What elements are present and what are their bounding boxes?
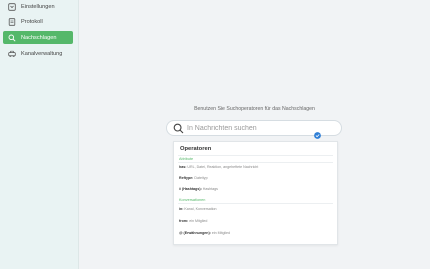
operator-key: @ (Erwähnungen): <box>179 231 212 235</box>
car-icon <box>8 50 16 58</box>
sidebar: Einstellungen Protokoll Nachschlagen Kan… <box>0 0 79 269</box>
operator-key: # (Hashtags): <box>179 187 203 191</box>
search-hint: Benutzen Sie Suchoperatoren für das Nach… <box>194 106 315 112</box>
operator-key: from: <box>179 219 190 223</box>
sidebar-item-nachschlagen[interactable]: Nachschlagen <box>3 31 73 44</box>
operator-row[interactable]: @ (Erwähnungen): ein Mitglied <box>179 231 230 235</box>
section-label-konversationen: Konversationen <box>179 198 206 202</box>
document-icon <box>8 17 16 26</box>
operators-panel: Operatoren Attribute has: URL, Datei, Re… <box>173 141 338 245</box>
operator-desc: ein Mitglied <box>189 219 208 223</box>
operator-row[interactable]: Reftype: Dateityp <box>179 176 208 180</box>
divider <box>178 162 333 163</box>
section-label-attribute: Attribute <box>179 157 194 161</box>
sidebar-item-label: Kanalverwaltung <box>21 50 63 57</box>
operator-desc: Kanal, Konversation <box>184 207 217 211</box>
operator-row[interactable]: # (Hashtags): Hashtags <box>179 187 218 191</box>
divider <box>178 155 333 156</box>
sidebar-item-label: Protokoll <box>21 18 43 25</box>
divider <box>178 203 333 204</box>
operator-row[interactable]: has: URL, Datei, Reaktion, angeheftete N… <box>179 165 258 169</box>
sidebar-item-label: Nachschlagen <box>21 34 57 41</box>
sidebar-item-label: Einstellungen <box>21 3 55 10</box>
operator-row[interactable]: from: ein Mitglied <box>179 219 207 223</box>
operator-row[interactable]: in: Kanal, Konversation <box>179 207 217 211</box>
settings-icon <box>8 2 16 11</box>
main-content: Benutzen Sie Suchoperatoren für das Nach… <box>79 0 430 269</box>
search-icon <box>8 34 16 42</box>
operators-title: Operatoren <box>180 146 212 152</box>
operator-desc: URL, Datei, Reaktion, angeheftete Nachri… <box>187 165 259 169</box>
sidebar-item-kanalverwaltung[interactable]: Kanalverwaltung <box>3 47 73 60</box>
search-bar[interactable] <box>166 120 342 139</box>
sidebar-item-einstellungen[interactable]: Einstellungen <box>3 0 73 13</box>
operator-desc: ein Mitglied <box>211 231 231 235</box>
operator-key: Reftype: <box>179 176 195 180</box>
check-icon <box>314 126 321 139</box>
operator-desc: Hashtags <box>202 187 218 191</box>
sidebar-item-protokoll[interactable]: Protokoll <box>3 15 73 28</box>
operator-desc: Dateityp <box>194 176 208 180</box>
search-icon <box>172 122 184 134</box>
